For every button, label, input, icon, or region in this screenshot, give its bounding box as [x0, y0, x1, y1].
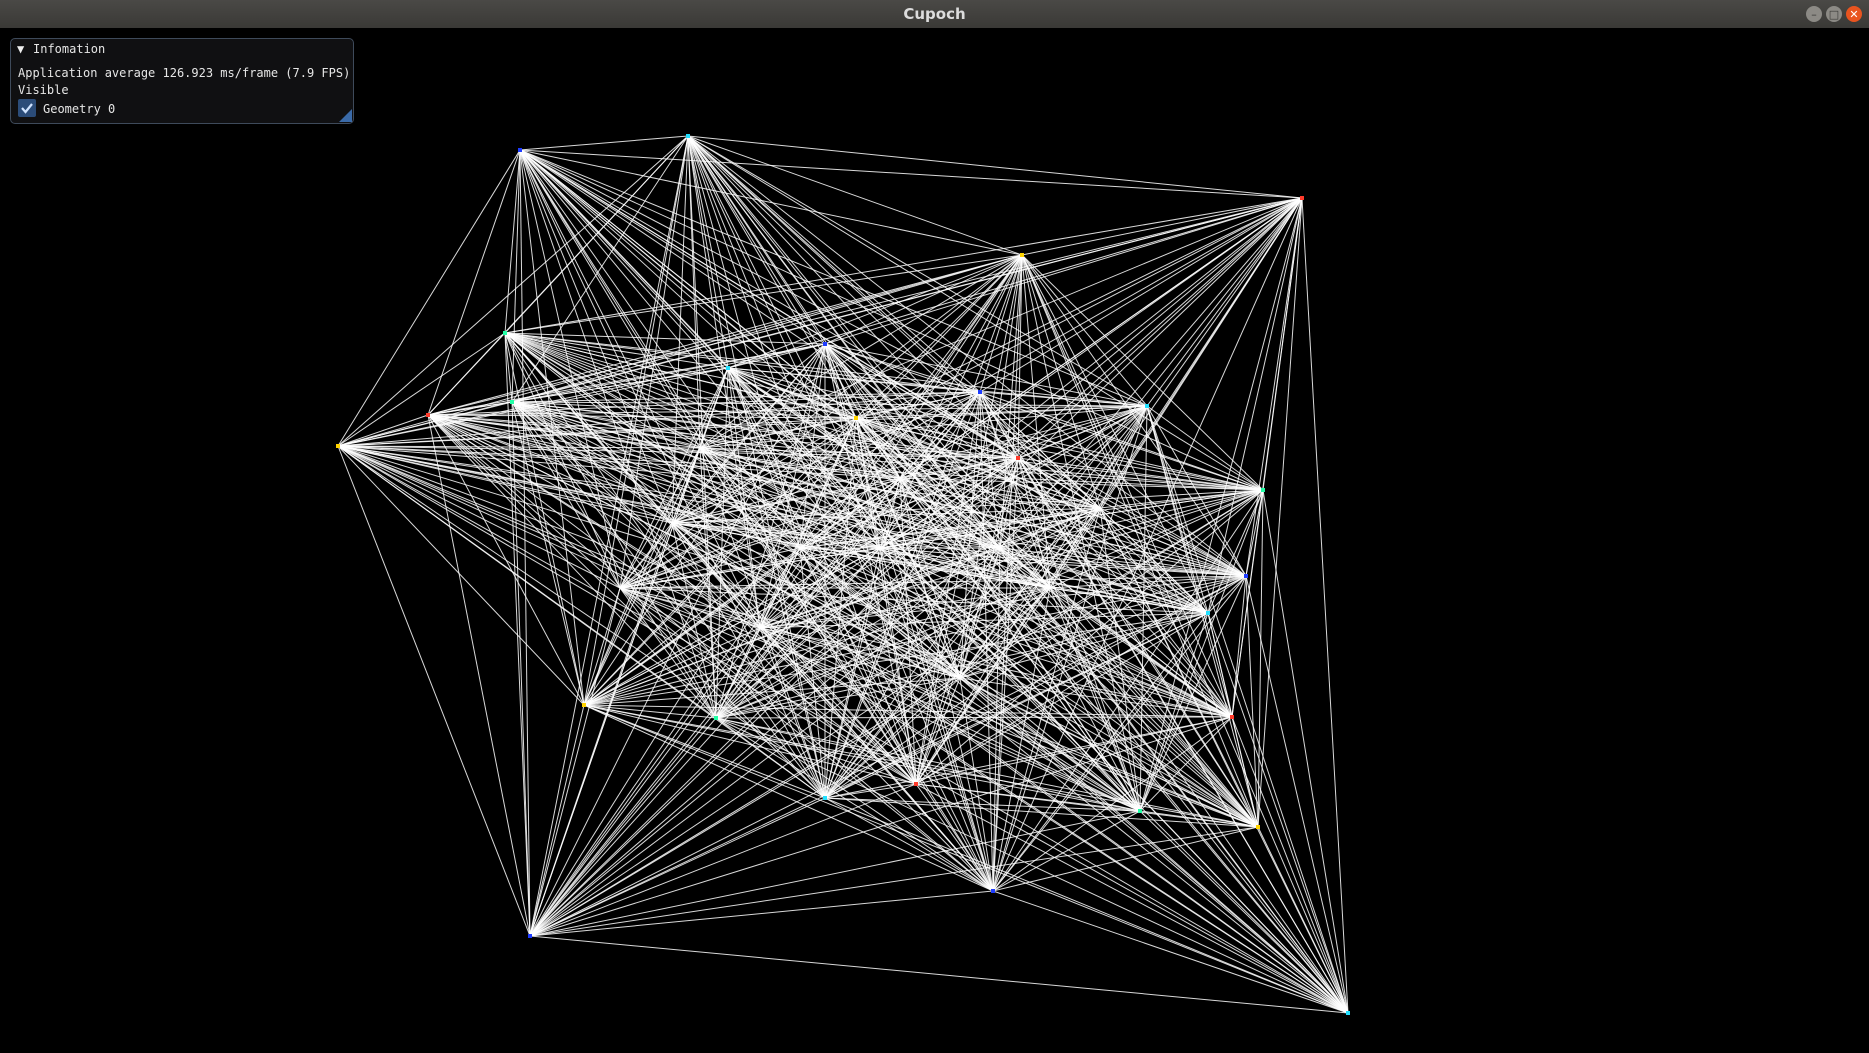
graph-vertex	[726, 366, 730, 370]
info-panel[interactable]: ▼ Infomation Application average 126.923…	[10, 38, 354, 124]
maximize-icon[interactable]: □	[1826, 6, 1842, 22]
collapse-triangle-icon[interactable]: ▼	[17, 42, 24, 56]
visible-label: Visible	[18, 83, 69, 97]
graph-vertex	[714, 716, 718, 720]
3d-viewport[interactable]	[0, 28, 1869, 1053]
graph-vertex	[914, 782, 918, 786]
graph-vertex	[1256, 825, 1260, 829]
graph-vertex	[1346, 1011, 1350, 1015]
resize-grip-icon[interactable]	[339, 109, 352, 122]
close-icon[interactable]: ✕	[1846, 6, 1862, 22]
title-bar[interactable]: Cupoch – □ ✕	[0, 0, 1869, 29]
minimize-icon[interactable]: –	[1806, 6, 1822, 22]
graph-vertex	[528, 934, 532, 938]
graph-vertex	[1300, 196, 1304, 200]
graph-vertex	[978, 390, 982, 394]
graph-vertex	[426, 413, 430, 417]
graph-vertex	[1020, 253, 1024, 257]
graph-vertex	[1244, 574, 1248, 578]
graph-vertex	[1016, 456, 1020, 460]
graph-vertex	[1138, 809, 1142, 813]
graph-vertex	[518, 148, 522, 152]
info-panel-title: Infomation	[33, 42, 106, 56]
window-title: Cupoch	[903, 5, 966, 23]
app-window: Cupoch – □ ✕ ▼ Infomation Application av…	[0, 0, 1869, 1053]
graph-vertex	[823, 342, 827, 346]
graph-vertex	[823, 796, 827, 800]
geometry-checkbox[interactable]	[18, 99, 36, 117]
graph-vertex	[510, 400, 514, 404]
info-panel-header[interactable]: ▼ Infomation	[11, 39, 353, 59]
graph-vertex	[336, 444, 340, 448]
checkmark-icon	[21, 103, 33, 114]
graph-vertex	[1206, 611, 1210, 615]
graph-vertex	[991, 889, 995, 893]
graph-vertex	[1230, 715, 1234, 719]
graph-vertex	[503, 331, 507, 335]
geometry-label: Geometry 0	[43, 102, 116, 116]
graph-vertex	[1145, 404, 1149, 408]
graph-vertex	[1261, 488, 1265, 492]
fps-stats-text: Application average 126.923 ms/frame (7.…	[18, 66, 351, 80]
graph-vertex	[854, 416, 858, 420]
graph-vertex	[582, 703, 586, 707]
graph-wireframe	[336, 134, 1350, 1015]
graph-vertex	[686, 134, 690, 138]
